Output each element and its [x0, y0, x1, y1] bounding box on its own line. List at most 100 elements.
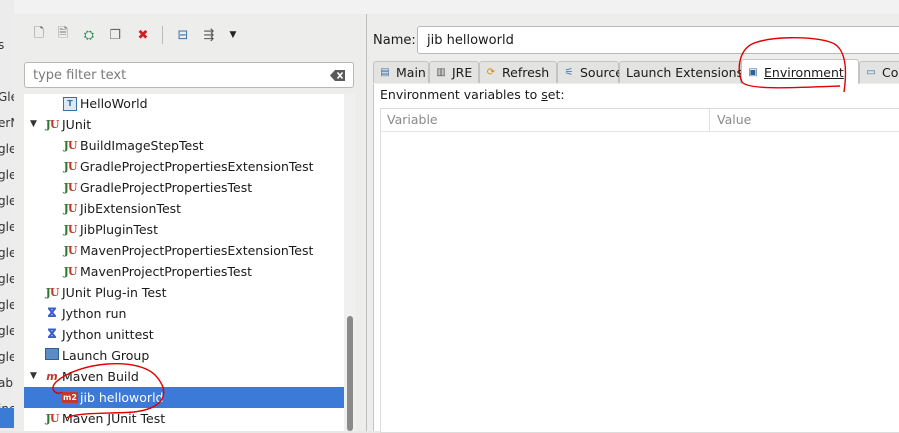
env-label-suffix: et:: [547, 87, 565, 102]
junit-icon: JU: [63, 139, 78, 152]
column-header-value[interactable]: Value: [717, 112, 751, 127]
table-header: Variable Value: [381, 109, 899, 132]
background-text: gle: [0, 272, 14, 286]
junit-icon: JU: [63, 160, 78, 173]
tree-item-label: GradleProjectPropertiesExtensionTest: [80, 159, 314, 174]
configurations-toolbar: 🗋 🗎 ⛭ ❐ ✖ ⊟ ⇶ ▼: [14, 14, 366, 56]
new-configuration-icon[interactable]: 🗋: [30, 26, 48, 44]
clear-filter-icon[interactable]: [330, 69, 346, 82]
tab-launch-extensions[interactable]: Launch Extensions: [619, 61, 743, 83]
tree-item-label: MavenProjectPropertiesTest: [80, 264, 253, 279]
background-text: gle: [0, 194, 14, 208]
tree-scrollbar[interactable]: [344, 94, 356, 431]
tree-item[interactable]: JU GradleProjectPropertiesExtensionTest: [24, 156, 344, 177]
tree-item-label: JUnit Plug-in Test: [62, 285, 167, 300]
tab-label: Environment: [764, 65, 844, 80]
junit-icon: JU: [63, 244, 78, 257]
tree-item[interactable]: JU JibPluginTest: [24, 219, 344, 240]
tree-item-label: JUnit: [62, 117, 92, 132]
tab-label: Main: [396, 65, 426, 80]
java-app-icon: T: [62, 96, 78, 111]
jython-icon: ⴵ: [47, 306, 57, 321]
tree-item[interactable]: JU JibExtensionTest: [24, 198, 344, 219]
expand-arrow-icon[interactable]: ▼: [30, 114, 37, 135]
tab-source[interactable]: ⚟ Source: [557, 61, 623, 83]
tree-scrollbar-thumb[interactable]: [347, 316, 353, 431]
common-tab-icon: ▭: [866, 67, 876, 78]
configuration-editor: Name: jib helloworld ▤ Main ▥ JRE ⟳ Refresh ⚟ S…: [367, 14, 899, 433]
environment-tab-content: Environment variables to set: Variable V…: [373, 84, 899, 433]
environment-tab-icon: ▣: [748, 67, 758, 78]
jython-unittest-icon: ⴵ: [47, 327, 57, 342]
new-prototype-icon[interactable]: 🗎: [54, 26, 72, 44]
tree-item-label: GradleProjectPropertiesTest: [80, 180, 253, 195]
view-menu-icon[interactable]: ▼: [224, 26, 242, 44]
background-text: gle: [0, 142, 14, 156]
tree-category[interactable]: ▼ m Maven Build: [24, 366, 344, 387]
junit-plugin-icon: JU: [45, 286, 60, 299]
tree-item[interactable]: T HelloWorld: [24, 94, 344, 114]
expand-arrow-icon[interactable]: ▼: [30, 366, 37, 387]
environment-variables-label: Environment variables to set:: [380, 87, 565, 102]
export-icon[interactable]: ⛭: [80, 26, 98, 44]
background-text: gle: [0, 220, 14, 234]
tree-category[interactable]: ▼ JU JUnit: [24, 114, 344, 135]
configurations-tree[interactable]: T HelloWorld ▼ JU JUnit JU BuildImageStepTest J…: [24, 94, 344, 431]
tree-item-label: Jython run: [62, 306, 127, 321]
source-tab-icon: ⚟: [564, 67, 574, 78]
duplicate-icon[interactable]: ❐: [106, 26, 124, 44]
background-window-strip: sGleerNgleglegleglegleglegleglegleablinc: [0, 0, 15, 431]
tree-item[interactable]: JU BuildImageStepTest: [24, 135, 344, 156]
tab-label: Refresh: [502, 65, 550, 80]
launch-group-icon: [44, 348, 60, 363]
background-text: abl: [0, 376, 14, 390]
tree-category[interactable]: ⴵ Jython unittest: [24, 324, 344, 345]
background-text: erN: [0, 116, 14, 130]
tree-item-label: Jython unittest: [62, 327, 154, 342]
tree-item[interactable]: JU GradleProjectPropertiesTest: [24, 177, 344, 198]
junit-icon: JU: [63, 223, 78, 236]
maven-junit-icon: JU: [45, 412, 60, 425]
tree-item-label: BuildImageStepTest: [80, 138, 204, 153]
tree-item[interactable]: JU MavenProjectPropertiesExtensionTest: [24, 240, 344, 261]
launch-configurations-pane: 🗋 🗎 ⛭ ❐ ✖ ⊟ ⇶ ▼ type filter text T HelloWorld ▼ JU…: [14, 14, 367, 431]
junit-icon: JU: [63, 181, 78, 194]
delete-icon[interactable]: ✖: [134, 26, 152, 44]
name-field-value: jib helloworld: [427, 33, 514, 48]
environment-variables-table[interactable]: Variable Value: [380, 108, 899, 433]
tree-category[interactable]: ⴵ Jython run: [24, 303, 344, 324]
tab-label: Source: [580, 65, 623, 80]
tree-category[interactable]: JU JUnit Plug-in Test: [24, 282, 344, 303]
tab-main[interactable]: ▤ Main: [373, 61, 429, 83]
tab-jre[interactable]: ▥ JRE: [429, 61, 479, 83]
background-text: s: [0, 38, 14, 52]
filter-icon[interactable]: ⇶: [200, 26, 218, 44]
tab-co[interactable]: ▭ Co: [859, 61, 899, 83]
tree-item[interactable]: JU MavenProjectPropertiesTest: [24, 261, 344, 282]
background-selection: [0, 408, 14, 428]
configuration-tabs: ▤ Main ▥ JRE ⟳ Refresh ⚟ Source Launch Extension…: [373, 59, 899, 85]
name-field[interactable]: jib helloworld: [417, 26, 899, 54]
junit-icon: JU: [45, 118, 60, 131]
junit-icon: JU: [63, 265, 78, 278]
collapse-all-icon[interactable]: ⊟: [174, 26, 192, 44]
tab-refresh[interactable]: ⟳ Refresh: [479, 61, 557, 83]
tab-label: Co: [882, 65, 899, 80]
tree-item-label: JibPluginTest: [80, 222, 158, 237]
tab-environment[interactable]: ▣ Environment: [741, 59, 859, 85]
tree-item[interactable]: m2 jib helloworld: [24, 387, 344, 408]
column-divider[interactable]: [709, 109, 710, 131]
tree-item-label: HelloWorld: [80, 96, 148, 111]
column-header-variable[interactable]: Variable: [387, 112, 438, 127]
tree-category[interactable]: JU Maven JUnit Test: [24, 408, 344, 429]
env-label-prefix: Environment variables to: [380, 87, 542, 102]
dialog-top-bar: [14, 0, 899, 15]
tree-item-label: jib helloworld: [80, 390, 164, 405]
tree-category[interactable]: Launch Group: [24, 345, 344, 366]
filter-input[interactable]: type filter text: [24, 62, 354, 88]
background-text: gle: [0, 298, 14, 312]
toolbar-separator: [162, 26, 163, 44]
background-text: Gle: [0, 90, 14, 104]
background-text: gle: [0, 350, 14, 364]
maven-icon: m: [46, 370, 58, 383]
